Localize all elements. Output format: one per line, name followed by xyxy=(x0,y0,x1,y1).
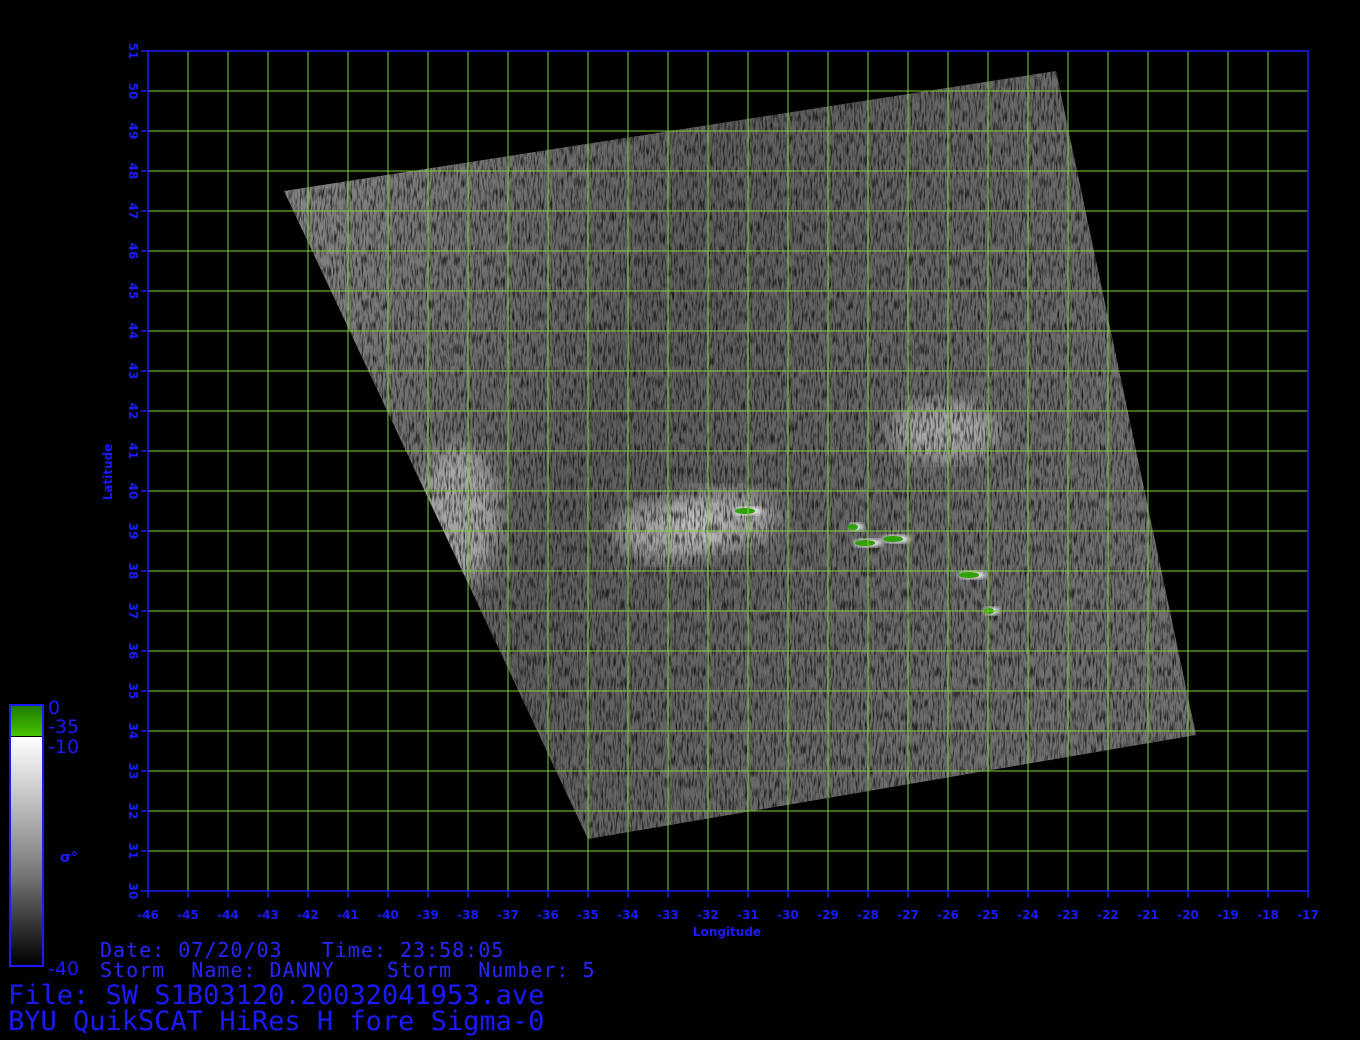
lon-tick-label: -34 xyxy=(617,908,639,922)
rain-cell-marker xyxy=(957,571,987,579)
colorbar-tick-minus10: -10 xyxy=(48,736,79,758)
lat-tick-label: 30 xyxy=(126,883,140,900)
lat-tick-label: 48 xyxy=(126,163,140,180)
lat-tick-label: 37 xyxy=(126,603,140,620)
lat-tick-label: 51 xyxy=(126,43,140,60)
lat-tick-label: 31 xyxy=(126,843,140,860)
rain-cell-marker xyxy=(881,535,911,543)
lon-tick-label: -43 xyxy=(257,908,279,922)
lat-tick-label: 43 xyxy=(126,363,140,380)
lat-tick-label: 46 xyxy=(126,243,140,260)
lon-tick-label: -44 xyxy=(217,908,239,922)
colorbar-green-segment xyxy=(11,706,42,736)
lon-tick-label: -29 xyxy=(817,908,839,922)
lat-tick-label: 47 xyxy=(126,203,140,220)
lon-tick-label: -20 xyxy=(1177,908,1199,922)
lon-tick-label: -24 xyxy=(1017,908,1039,922)
lon-tick-label: -37 xyxy=(497,908,519,922)
lon-tick-label: -42 xyxy=(297,908,319,922)
lat-tick-label: 40 xyxy=(126,483,140,500)
lon-tick-label: -41 xyxy=(337,908,359,922)
lat-tick-label: 42 xyxy=(126,403,140,420)
lat-tick-label: 41 xyxy=(126,443,140,460)
lat-tick-label: 45 xyxy=(126,283,140,300)
lon-tick-label: -39 xyxy=(417,908,439,922)
colorbar-tick-minus40: -40 xyxy=(48,958,79,980)
lon-tick-label: -46 xyxy=(137,908,159,922)
lon-tick-label: -31 xyxy=(737,908,759,922)
lat-tick-label: 34 xyxy=(126,723,140,740)
colorbar-label: σ° xyxy=(60,850,78,866)
colorbar: 0 -35 -10 -40 σ° xyxy=(9,697,79,980)
lon-tick-label: -18 xyxy=(1257,908,1279,922)
storm-info-line: Storm Name: DANNY Storm Number: 5 xyxy=(100,958,596,982)
sigma0-map-figure: -46 -45 -44 -43 -42 -41 -40 -39 -38 -37 -36 -35 -34 -… xyxy=(9,43,1319,980)
lon-tick-label: -21 xyxy=(1137,908,1159,922)
lon-tick-label: -27 xyxy=(897,908,919,922)
lon-tick-label: -19 xyxy=(1217,908,1239,922)
lat-tick-label: 38 xyxy=(126,563,140,580)
lat-tick-label: 33 xyxy=(126,763,140,780)
lon-tick-label: -26 xyxy=(937,908,959,922)
lat-tick-label: 50 xyxy=(126,83,140,100)
product-title-line: BYU QuikSCAT HiRes H fore Sigma-0 xyxy=(8,1006,545,1037)
lon-tick-label: -28 xyxy=(857,908,879,922)
lat-tick-label: 39 xyxy=(126,523,140,540)
longitude-tick-labels: -46 -45 -44 -43 -42 -41 -40 -39 -38 -37 -36 -35 -34 -… xyxy=(137,891,1319,922)
swath-texture xyxy=(284,71,1196,839)
lat-tick-label: 49 xyxy=(126,123,140,140)
lat-tick-label: 35 xyxy=(126,683,140,700)
swath-image xyxy=(284,71,1196,839)
lon-tick-label: -36 xyxy=(537,908,559,922)
lon-tick-label: -22 xyxy=(1097,908,1119,922)
lat-tick-label: 36 xyxy=(126,643,140,660)
lat-tick-label: 44 xyxy=(126,323,140,340)
lon-tick-label: -32 xyxy=(697,908,719,922)
lon-tick-label: -25 xyxy=(977,908,999,922)
lon-tick-label: -23 xyxy=(1057,908,1079,922)
lon-tick-label: -35 xyxy=(577,908,599,922)
lon-tick-label: -30 xyxy=(777,908,799,922)
latitude-tick-labels: 30 31 32 33 34 35 36 37 38 39 40 41 42 43 44 45 46 47 48 49… xyxy=(126,43,148,900)
colorbar-tick-minus35: -35 xyxy=(48,716,79,738)
lon-tick-label: -17 xyxy=(1297,908,1319,922)
lon-tick-label: -45 xyxy=(177,908,199,922)
y-axis-label: Latitude xyxy=(101,444,115,501)
lon-tick-label: -33 xyxy=(657,908,679,922)
lon-tick-label: -40 xyxy=(377,908,399,922)
rain-cell-marker xyxy=(848,523,864,531)
colorbar-gray-ramp xyxy=(11,737,42,965)
x-axis-label: Longitude xyxy=(693,925,761,939)
lon-tick-label: -38 xyxy=(457,908,479,922)
lat-tick-label: 32 xyxy=(126,803,140,820)
